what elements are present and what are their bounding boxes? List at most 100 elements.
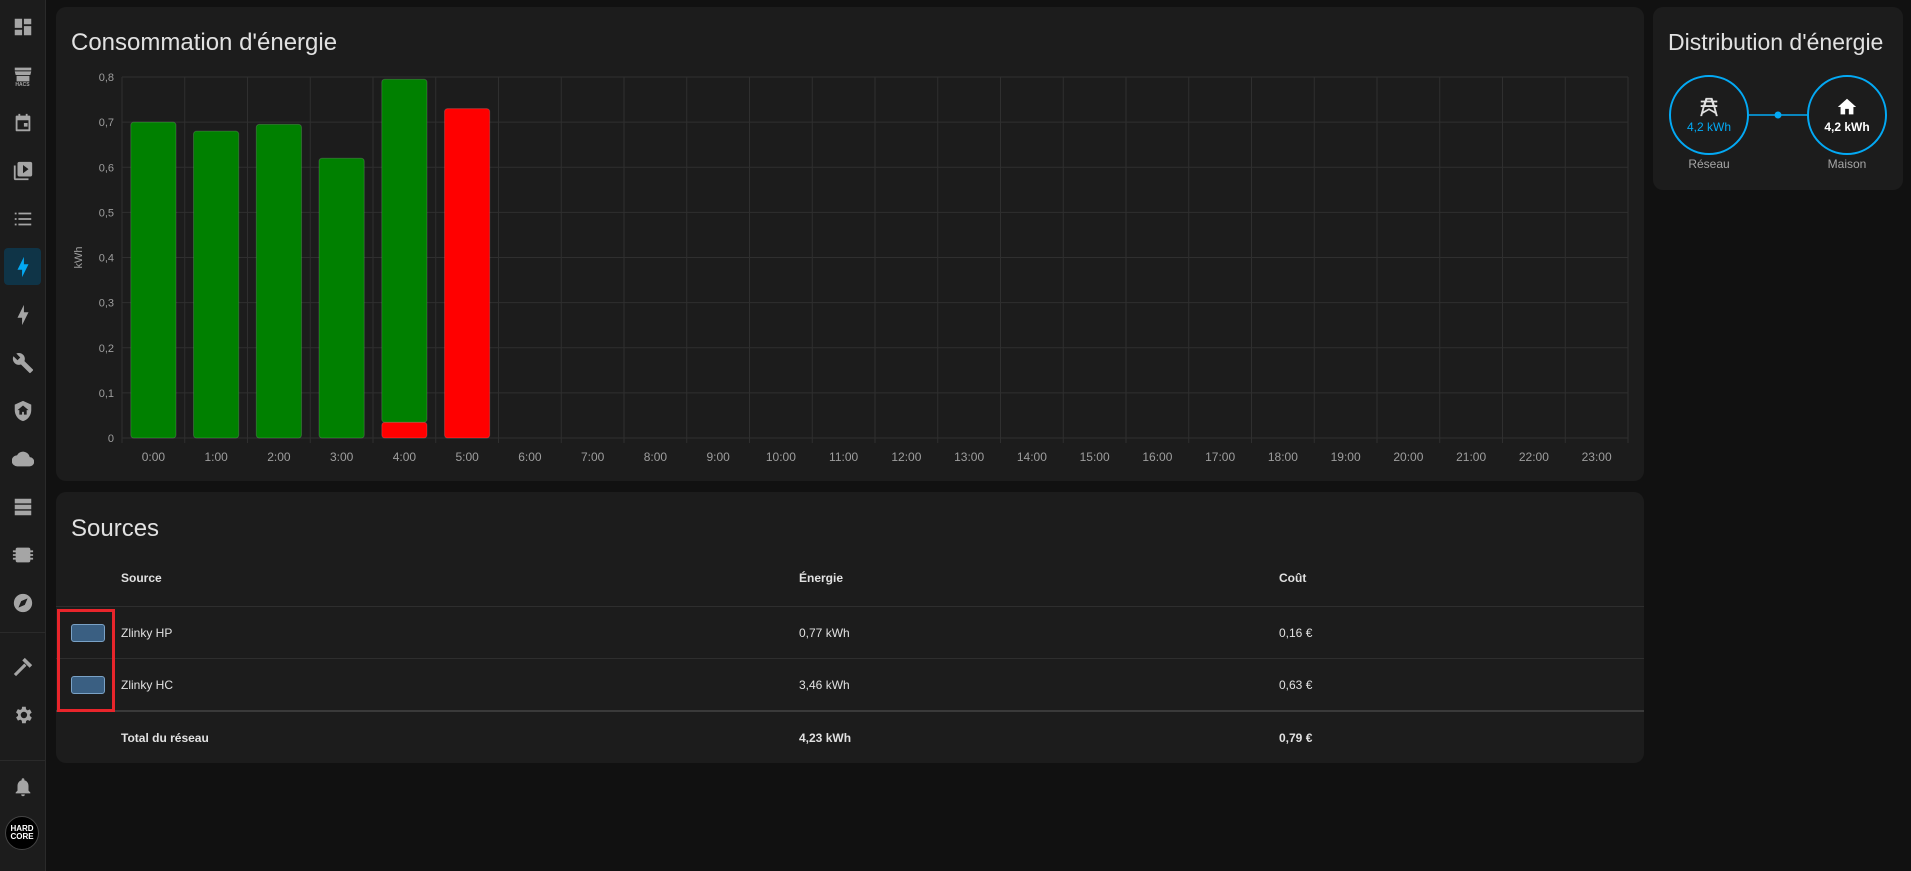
- y-tick-label: 0,3: [99, 298, 114, 310]
- bar: [130, 121, 177, 439]
- bell-icon: [15, 777, 30, 796]
- y-tick-label: 0,7: [99, 117, 114, 129]
- header-energy: Énergie: [799, 571, 844, 585]
- y-tick-label: 0,6: [99, 162, 114, 174]
- x-tick-label: 15:00: [1080, 450, 1110, 464]
- distribution-card: Distribution d'énergie 4,2 kWh Réseau 4,…: [1653, 7, 1903, 190]
- x-tick-label: 21:00: [1456, 450, 1486, 464]
- grid-label: Réseau: [1688, 157, 1730, 171]
- x-tick-label: 17:00: [1205, 450, 1235, 464]
- x-tick-label: 6:00: [518, 450, 542, 464]
- x-tick-label: 22:00: [1519, 450, 1549, 464]
- sidebar: HACS HARD CORE: [0, 0, 46, 871]
- sidebar-item-servers[interactable]: [4, 488, 41, 525]
- transmission-tower-icon: [1700, 97, 1718, 117]
- source-cost: 0,63 €: [1279, 678, 1313, 692]
- x-tick-label: 4:00: [393, 450, 417, 464]
- bar: [255, 123, 302, 439]
- total-label: Total du réseau: [121, 731, 209, 745]
- x-tick-label: 14:00: [1017, 450, 1047, 464]
- sidebar-item-todo[interactable]: [4, 200, 41, 237]
- consumption-card: Consommation d'énergie 0 0,1 0,2 0,3 0,4 0,5 0…: [56, 7, 1644, 481]
- hacs-label: HACS: [15, 82, 30, 88]
- sidebar-item-cloud[interactable]: [4, 440, 41, 477]
- bar: [444, 108, 491, 439]
- highlight-box: [57, 609, 115, 712]
- source-energy: 0,77 kWh: [799, 626, 850, 640]
- y-tick-label: 0,2: [99, 343, 114, 355]
- x-tick-label: 3:00: [330, 450, 354, 464]
- media-icon: [13, 161, 32, 180]
- home-label: Maison: [1827, 157, 1867, 171]
- x-tick-label: 20:00: [1393, 450, 1423, 464]
- bar: [381, 421, 428, 439]
- consumption-chart: 0 0,1 0,2 0,3 0,4 0,5 0,6 0,7 0,8 0:00 1:00 2:00 3:0…: [73, 72, 1629, 464]
- x-tick-label: 10:00: [766, 450, 796, 464]
- y-tick-label: 0,1: [99, 388, 114, 400]
- x-tick-label: 18:00: [1268, 450, 1298, 464]
- total-energy: 4,23 kWh: [799, 731, 852, 745]
- x-tick-label: 7:00: [581, 450, 605, 464]
- sidebar-item-tools[interactable]: [4, 344, 41, 381]
- x-tick-label: 9:00: [706, 450, 730, 464]
- lightning-icon: [17, 256, 28, 277]
- sources-title: Sources: [71, 515, 160, 542]
- gear-icon: [15, 706, 32, 723]
- source-cost: 0,16 €: [1279, 626, 1313, 640]
- sidebar-item-settings[interactable]: [4, 696, 41, 733]
- compass-icon: [13, 593, 32, 612]
- x-tick-label: 11:00: [829, 450, 858, 464]
- sidebar-item-overview[interactable]: [4, 8, 41, 45]
- chip-icon: [12, 547, 33, 562]
- x-tick-label: 8:00: [644, 450, 668, 464]
- sidebar-item-media[interactable]: [4, 152, 41, 189]
- sidebar-item-compass[interactable]: [4, 584, 41, 621]
- x-tick-label: 5:00: [455, 450, 479, 464]
- dashboard-icon: [14, 18, 31, 35]
- sidebar-item-security[interactable]: [4, 392, 41, 429]
- header-cost: Coût: [1279, 571, 1307, 585]
- y-axis-label: kWh: [73, 247, 85, 269]
- distribution-title: Distribution d'énergie: [1668, 29, 1884, 55]
- x-tick-label: 12:00: [891, 450, 921, 464]
- home-circle[interactable]: 4,2 kWh: [1807, 75, 1887, 155]
- x-tick-label: 19:00: [1331, 450, 1361, 464]
- y-tick-label: 0,4: [99, 253, 114, 265]
- home-value: 4,2 kWh: [1824, 120, 1870, 134]
- y-tick-label: 0,5: [99, 207, 114, 219]
- home-icon: [1837, 98, 1857, 115]
- source-name: Zlinky HC: [121, 678, 174, 692]
- lightning-outline-icon: [17, 304, 28, 325]
- bar: [193, 130, 240, 439]
- bar: [318, 157, 365, 439]
- grid-value: 4,2 kWh: [1686, 120, 1731, 134]
- calendar-icon: [15, 113, 30, 131]
- grid-circle[interactable]: 4,2 kWh: [1669, 75, 1749, 155]
- list-icon: [14, 212, 31, 225]
- y-tick-label: 0: [108, 433, 114, 445]
- bar: [381, 78, 428, 423]
- x-tick-label: 1:00: [204, 450, 228, 464]
- server-icon: [14, 498, 31, 515]
- sidebar-item-calendar[interactable]: [4, 104, 41, 141]
- wrench-icon: [12, 352, 33, 373]
- hammer-icon: [13, 657, 32, 676]
- sidebar-item-energy[interactable]: [4, 248, 41, 285]
- cloud-icon: [11, 451, 34, 466]
- sidebar-item-chip[interactable]: [4, 536, 41, 573]
- sources-card: Sources Source Énergie Coût Zlinky HP 0,…: [56, 492, 1644, 763]
- x-tick-label: 0:00: [142, 450, 166, 464]
- x-tick-label: 23:00: [1582, 450, 1612, 464]
- shield-home-icon: [14, 400, 31, 421]
- x-tick-label: 16:00: [1142, 450, 1172, 464]
- sidebar-item-hacs[interactable]: HACS: [4, 56, 41, 93]
- sidebar-item-energy-alt[interactable]: [4, 296, 41, 333]
- sidebar-item-notifications[interactable]: [4, 768, 41, 805]
- x-tick-label: 13:00: [954, 450, 984, 464]
- avatar[interactable]: HARD CORE: [5, 816, 39, 850]
- x-tick-label: 2:00: [267, 450, 291, 464]
- source-energy: 3,46 kWh: [799, 678, 850, 692]
- header-source: Source: [121, 571, 162, 585]
- avatar-text: HARD CORE: [10, 824, 34, 841]
- sidebar-item-developer[interactable]: [4, 648, 41, 685]
